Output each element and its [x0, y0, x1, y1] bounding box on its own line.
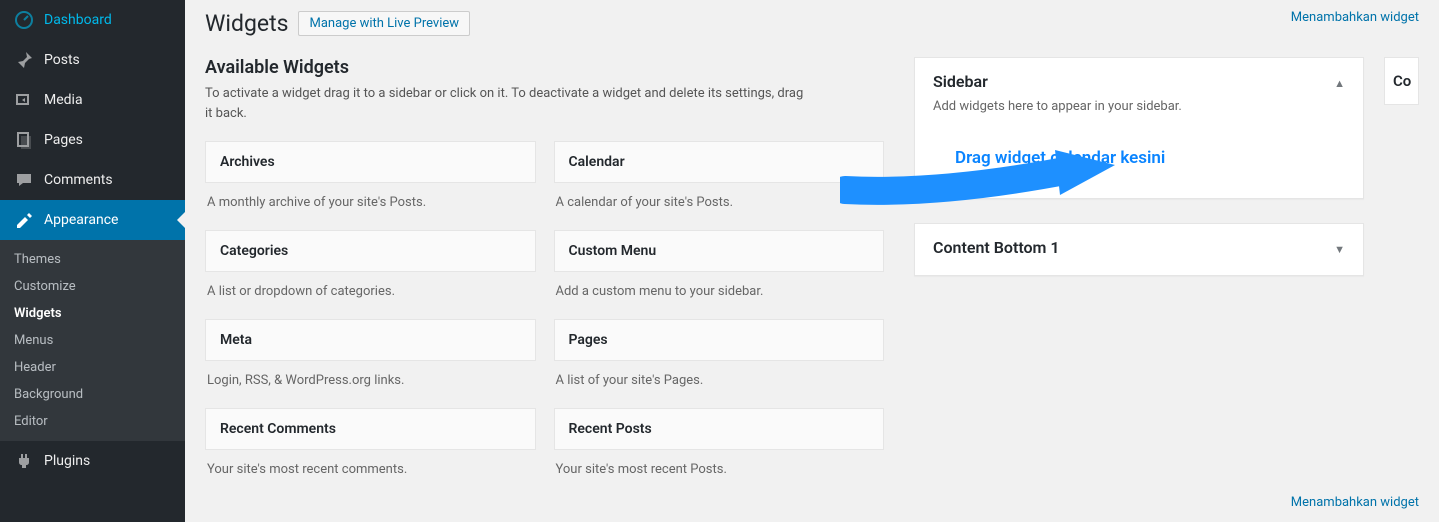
widget-custom-menu[interactable]: Custom Menu: [554, 230, 885, 272]
widget-area-desc: Add widgets here to appear in your sideb…: [915, 99, 1363, 128]
nav-label: Pages: [44, 132, 83, 148]
pin-icon: [14, 50, 34, 70]
widget-archives[interactable]: Archives: [205, 141, 536, 183]
available-widgets-desc: To activate a widget drag it to a sideba…: [205, 84, 805, 123]
submenu-editor[interactable]: Editor: [0, 408, 185, 435]
screen-options-link[interactable]: Menambahkan widget: [1291, 10, 1419, 25]
widget-desc: A list of your site's Pages.: [554, 361, 885, 408]
nav-comments[interactable]: Comments: [0, 160, 185, 200]
submenu-menus[interactable]: Menus: [0, 327, 185, 354]
manage-live-preview-button[interactable]: Manage with Live Preview: [298, 11, 470, 36]
available-widgets-column: Available Widgets To activate a widget d…: [205, 57, 884, 497]
add-widget-link-bottom[interactable]: Menambahkan widget: [1291, 495, 1419, 510]
widget-meta[interactable]: Meta: [205, 319, 536, 361]
submenu-background[interactable]: Background: [0, 381, 185, 408]
widget-recent-comments[interactable]: Recent Comments: [205, 408, 536, 450]
comments-icon: [14, 170, 34, 190]
widget-desc: A calendar of your site's Posts.: [554, 183, 885, 230]
content-area: Menambahkan widget Widgets Manage with L…: [185, 0, 1439, 522]
sidebar-drop-zone[interactable]: Drag widget calendar kesini: [915, 128, 1363, 198]
pages-icon: [14, 130, 34, 150]
widget-categories[interactable]: Categories: [205, 230, 536, 272]
nav-media[interactable]: Media: [0, 80, 185, 120]
dashboard-icon: [14, 10, 34, 30]
widget-desc: Login, RSS, & WordPress.org links.: [205, 361, 536, 408]
media-icon: [14, 90, 34, 110]
appearance-submenu: Themes Customize Widgets Menus Header Ba…: [0, 240, 185, 441]
widget-calendar[interactable]: Calendar: [554, 141, 885, 183]
plugins-icon: [14, 451, 34, 471]
available-widgets-title: Available Widgets: [205, 57, 884, 78]
submenu-customize[interactable]: Customize: [0, 273, 185, 300]
nav-dashboard[interactable]: Dashboard: [0, 0, 185, 40]
nav-label: Appearance: [44, 212, 118, 228]
nav-label: Plugins: [44, 453, 90, 469]
widget-desc: Your site's most recent comments.: [205, 450, 536, 497]
widget-area-toggle[interactable]: Content Bottom 1 ▼: [915, 224, 1363, 275]
widget-pages[interactable]: Pages: [554, 319, 885, 361]
widget-desc: A monthly archive of your site's Posts.: [205, 183, 536, 230]
admin-sidebar: Dashboard Posts Media Pages Comments: [0, 0, 185, 522]
nav-label: Media: [44, 92, 83, 108]
nav-pages[interactable]: Pages: [0, 120, 185, 160]
nav-label: Posts: [44, 52, 80, 68]
nav-posts[interactable]: Posts: [0, 40, 185, 80]
widget-desc: Your site's most recent Posts.: [554, 450, 885, 497]
widget-area-content-bottom: Content Bottom 1 ▼: [914, 223, 1364, 276]
nav-appearance[interactable]: Appearance: [0, 200, 185, 240]
widget-area-title: Sidebar: [933, 72, 988, 91]
submenu-themes[interactable]: Themes: [0, 246, 185, 273]
submenu-header[interactable]: Header: [0, 354, 185, 381]
widgets-grid: Archives A monthly archive of your site'…: [205, 141, 884, 497]
widget-recent-posts[interactable]: Recent Posts: [554, 408, 885, 450]
nav-plugins[interactable]: Plugins: [0, 441, 185, 481]
widget-area-extra[interactable]: Co: [1384, 57, 1419, 105]
nav-label: Dashboard: [44, 12, 112, 28]
widget-area-toggle[interactable]: Sidebar ▲: [915, 58, 1363, 99]
appearance-icon: [14, 210, 34, 230]
chevron-down-icon: ▼: [1334, 243, 1345, 256]
widget-desc: A list or dropdown of categories.: [205, 272, 536, 319]
nav-label: Comments: [44, 172, 113, 188]
widget-area-sidebar: Sidebar ▲ Add widgets here to appear in …: [914, 57, 1364, 199]
submenu-widgets[interactable]: Widgets: [0, 300, 185, 327]
widget-area-title: Content Bottom 1: [933, 238, 1060, 257]
page-header: Widgets Manage with Live Preview: [205, 10, 1419, 37]
page-title: Widgets: [205, 10, 288, 37]
widget-desc: Add a custom menu to your sidebar.: [554, 272, 885, 319]
widget-areas-column: Sidebar ▲ Add widgets here to appear in …: [914, 57, 1419, 497]
chevron-up-icon: ▲: [1334, 77, 1345, 90]
